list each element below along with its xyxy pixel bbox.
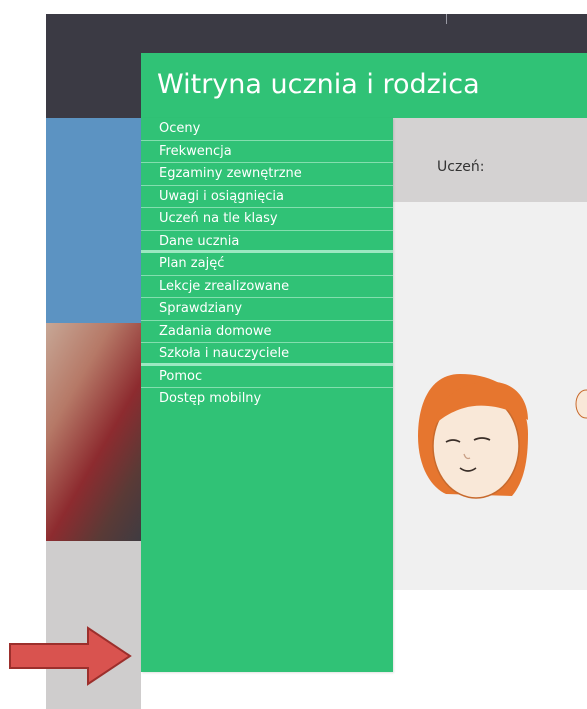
menu-item-plan-zajec[interactable]: Plan zajęć — [141, 253, 393, 276]
student-avatar-illustration — [418, 374, 587, 499]
menu-item-sprawdziany[interactable]: Sprawdziany — [141, 298, 393, 321]
background-banner — [46, 118, 141, 323]
background-photo — [46, 323, 141, 541]
menu-item-zadania-domowe[interactable]: Zadania domowe — [141, 321, 393, 343]
content-header — [393, 118, 587, 202]
menu-header: Witryna ucznia i rodzica — [141, 53, 587, 118]
navigation-menu: Oceny Frekwencja Egzaminy zewnętrzne Uwa… — [141, 118, 393, 672]
top-bar-divider — [446, 14, 447, 24]
menu-item-szkola-i-nauczyciele[interactable]: Szkoła i nauczyciele — [141, 343, 393, 366]
student-label: Uczeń: — [437, 159, 485, 175]
menu-item-egzaminy-zewnetrzne[interactable]: Egzaminy zewnętrzne — [141, 163, 393, 186]
menu-item-frekwencja[interactable]: Frekwencja — [141, 141, 393, 163]
menu-item-dostep-mobilny[interactable]: Dostęp mobilny — [141, 388, 393, 411]
menu-item-pomoc[interactable]: Pomoc — [141, 366, 393, 388]
menu-item-dane-ucznia[interactable]: Dane ucznia — [141, 231, 393, 253]
menu-item-lekcje-zrealizowane[interactable]: Lekcje zrealizowane — [141, 276, 393, 298]
menu-item-uczen-na-tle-klasy[interactable]: Uczeń na tle klasy — [141, 208, 393, 231]
menu-title: Witryna ucznia i rodzica — [157, 69, 480, 100]
menu-item-oceny[interactable]: Oceny — [141, 118, 393, 141]
menu-item-uwagi-i-osiagniecia[interactable]: Uwagi i osiągnięcia — [141, 186, 393, 208]
annotation-arrow-icon — [9, 626, 132, 686]
